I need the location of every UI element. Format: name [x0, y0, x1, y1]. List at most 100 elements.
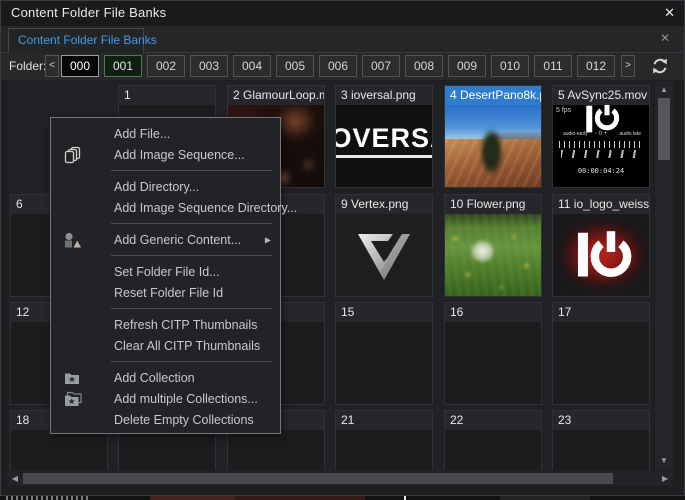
menu-separator: [51, 250, 280, 261]
menu-separator: [51, 165, 280, 176]
folder-button-007[interactable]: 007: [362, 55, 400, 77]
flower-thumbnail: [445, 214, 541, 296]
context-menu: Add File... Add Image Sequence... Add Di…: [50, 117, 281, 434]
avsync-timecode: 00:00:04:24: [553, 167, 649, 175]
avsync-coarse-ticks: [561, 150, 641, 158]
scroll-right-icon[interactable]: ▶: [658, 471, 672, 486]
menu-item-delete-empty-collections[interactable]: Delete Empty Collections: [51, 409, 280, 430]
tab-label: Content Folder File Banks: [18, 33, 157, 47]
folder-button-002[interactable]: 002: [147, 55, 185, 77]
tab-close-icon[interactable]: ✕: [660, 31, 670, 45]
menu-item-add-multiple-collections[interactable]: Add multiple Collections...: [51, 388, 280, 409]
vertical-scrollbar[interactable]: ▲ ▼: [655, 81, 673, 470]
horizontal-scrollbar[interactable]: ◀ ▶: [7, 471, 673, 486]
file-slot-label: 10 Flower.png: [450, 197, 525, 211]
file-slot-label: 6: [16, 197, 23, 211]
folder-button-003[interactable]: 003: [190, 55, 228, 77]
background-fragment: [6, 496, 90, 500]
desertpano-thumbnail: [445, 105, 541, 187]
menu-item-add-directory[interactable]: Add Directory...: [51, 176, 280, 197]
file-slot-label: 3 ioversal.png: [341, 88, 416, 102]
menu-item-add-image-sequence[interactable]: Add Image Sequence...: [51, 144, 280, 165]
menu-item-set-folder-file-id[interactable]: Set Folder File Id...: [51, 261, 280, 282]
ioversal-logo-text: iOVERSAL: [336, 123, 432, 158]
scroll-left-icon[interactable]: ◀: [8, 471, 22, 486]
tab-bar: Content Folder File Banks ✕: [1, 26, 684, 53]
avsync-fine-ticks: [559, 141, 643, 148]
file-slot-label: 4 DesertPano8k.pn: [450, 88, 541, 102]
menu-item-add-image-sequence-directory[interactable]: Add Image Sequence Directory...: [51, 197, 280, 218]
file-slot-label: 12: [16, 305, 29, 319]
folder-label: Folder:: [9, 59, 46, 73]
menu-item-add-generic-content[interactable]: Add Generic Content... ▶: [51, 229, 280, 250]
menu-item-add-file[interactable]: Add File...: [51, 123, 280, 144]
folder-button-009[interactable]: 009: [448, 55, 486, 77]
ioversal-thumbnail: iOVERSAL: [336, 105, 432, 187]
avsync-audio-late-label: audio late: [619, 131, 641, 137]
file-slot-label: 11 io_logo_weiss_re: [558, 197, 649, 211]
file-slot-16[interactable]: 16: [444, 302, 542, 405]
avsync-thumbnail: 5 fps audio-early - 0 + audio late: [553, 105, 649, 187]
file-slot-21[interactable]: 21: [335, 410, 433, 470]
background-fragment: [404, 496, 406, 500]
refresh-icon[interactable]: [650, 56, 670, 76]
tab-content-folder-file-banks[interactable]: Content Folder File Banks: [8, 28, 144, 53]
folder-button-008[interactable]: 008: [405, 55, 443, 77]
file-slot-3[interactable]: 3 ioversal.png iOVERSAL: [335, 85, 433, 188]
file-slot-label: 23: [558, 413, 571, 427]
background-fragment: [500, 496, 590, 500]
folder-button-011[interactable]: 011: [534, 55, 572, 77]
file-slot-17[interactable]: 17: [552, 302, 650, 405]
file-slot-label: 15: [341, 305, 354, 319]
file-slot-5[interactable]: 5 AvSync25.mov 5 fps audio-early - 0 +: [552, 85, 650, 188]
file-slot-10[interactable]: 10 Flower.png: [444, 194, 542, 297]
io-logo-red-thumbnail: [553, 214, 649, 296]
folder-next-button[interactable]: >: [621, 55, 635, 77]
horizontal-scroll-thumb[interactable]: [23, 473, 613, 484]
folder-button-004[interactable]: 004: [233, 55, 271, 77]
image-sequence-icon: [63, 146, 83, 164]
window-title: Content Folder File Banks: [11, 5, 166, 20]
scroll-up-icon[interactable]: ▲: [655, 83, 673, 97]
file-slot-4-selected[interactable]: 4 DesertPano8k.pn: [444, 85, 542, 188]
file-slot-label: 9 Vertex.png: [341, 197, 408, 211]
menu-item-add-collection[interactable]: Add Collection: [51, 367, 280, 388]
avsync-zero-label: - 0 +: [595, 131, 607, 137]
add-multiple-collections-folder-icon: [63, 390, 83, 408]
file-slot-label: 18: [16, 413, 29, 427]
file-slot-23[interactable]: 23: [552, 410, 650, 470]
file-slot-15[interactable]: 15: [335, 302, 433, 405]
vertex-logo-thumbnail: [336, 214, 432, 296]
folder-button-006[interactable]: 006: [319, 55, 357, 77]
background-fragment: [150, 496, 235, 500]
folder-button-010[interactable]: 010: [491, 55, 529, 77]
content-folder-file-banks-window: Content Folder File Banks ✕ Content Fold…: [0, 0, 685, 496]
file-slot-label: 21: [341, 413, 354, 427]
file-slot-22[interactable]: 22: [444, 410, 542, 470]
menu-item-refresh-citp-thumbnails[interactable]: Refresh CITP Thumbnails: [51, 314, 280, 335]
file-slot-label: 17: [558, 305, 571, 319]
file-slot-label: 5 AvSync25.mov: [558, 88, 647, 102]
background-fragment: [235, 496, 365, 500]
title-bar[interactable]: Content Folder File Banks ✕: [1, 1, 684, 26]
folder-button-000[interactable]: 000: [61, 55, 99, 77]
add-collection-folder-icon: [63, 369, 83, 387]
folder-prev-button[interactable]: <: [45, 55, 59, 77]
scroll-down-icon[interactable]: ▼: [655, 454, 673, 468]
vertical-scroll-thumb[interactable]: [658, 98, 670, 160]
avsync-fps-label: 5 fps: [556, 107, 571, 114]
menu-item-reset-folder-file-id[interactable]: Reset Folder File Id: [51, 282, 280, 303]
menu-item-clear-all-citp-thumbnails[interactable]: Clear All CITP Thumbnails: [51, 335, 280, 356]
window-close-icon[interactable]: ✕: [664, 5, 675, 21]
menu-separator: [51, 303, 280, 314]
background-screen-sliver: [0, 496, 685, 500]
folder-button-012[interactable]: 012: [577, 55, 615, 77]
file-slot-9[interactable]: 9 Vertex.png: [335, 194, 433, 297]
menu-separator: [51, 218, 280, 229]
menu-separator: [51, 356, 280, 367]
io-logo-white-icon: [578, 105, 624, 145]
file-slot-11[interactable]: 11 io_logo_weiss_re: [552, 194, 650, 297]
folder-button-005[interactable]: 005: [276, 55, 314, 77]
folder-button-001[interactable]: 001: [104, 55, 142, 77]
generic-content-shapes-icon: [63, 231, 83, 249]
